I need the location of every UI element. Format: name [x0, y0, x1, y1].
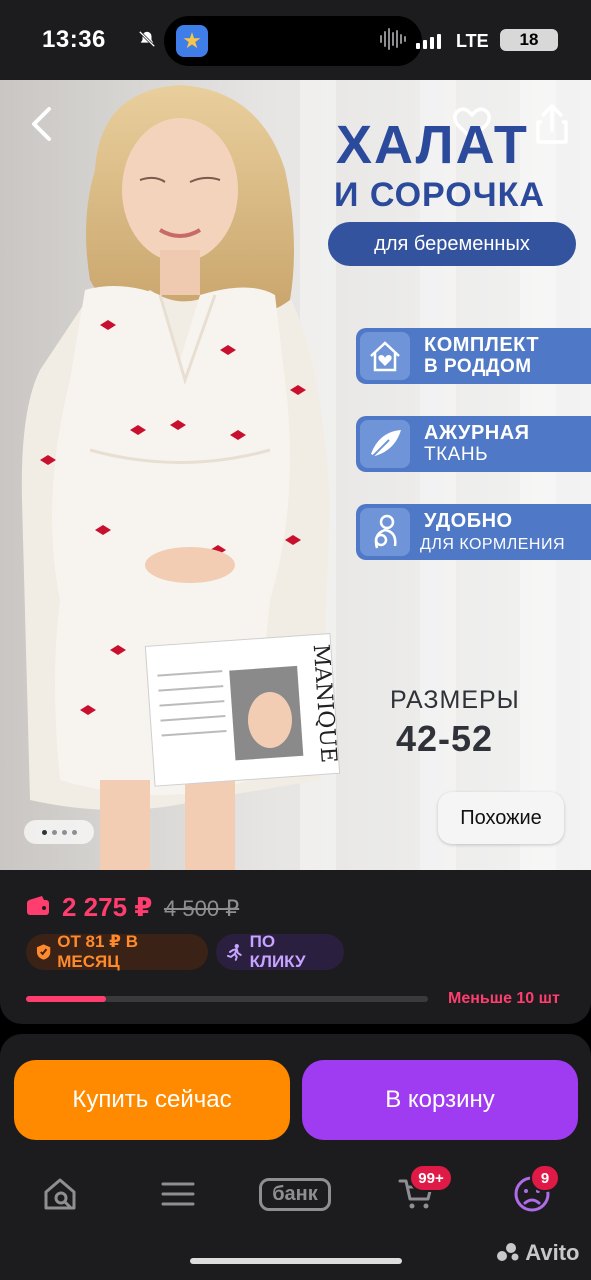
- installment-text: ОТ 81 ₽ В МЕСЯЦ: [57, 932, 139, 971]
- feature-maternity-set: КОМПЛЕКТ В РОДДОМ: [356, 328, 591, 384]
- house-heart-icon: [360, 332, 410, 380]
- menu-icon: [161, 1182, 195, 1206]
- running-person-icon: [226, 943, 242, 961]
- buy-now-button[interactable]: Купить сейчас: [14, 1060, 290, 1140]
- sizes-value: 42-52: [396, 718, 494, 759]
- feature-title: АЖУРНАЯ: [424, 422, 530, 444]
- product-photo: MANIQUE: [21, 85, 341, 870]
- carousel-indicator: [24, 820, 94, 844]
- watermark-text: Avito: [525, 1240, 580, 1265]
- nav-bank[interactable]: банк: [254, 1166, 336, 1222]
- battery-icon: 18: [500, 29, 558, 51]
- profile-badge: 9: [530, 1164, 560, 1192]
- status-time: 13:36: [42, 26, 106, 53]
- feather-icon: [360, 420, 410, 468]
- sizes-label: РАЗМЕРЫ: [390, 686, 520, 714]
- similar-button[interactable]: Похожие: [438, 792, 564, 844]
- status-bar: 13:36 ★ LTE 18: [0, 0, 591, 80]
- do-not-disturb-icon: [138, 30, 156, 48]
- network-type: LTE: [456, 31, 489, 51]
- product-image-carousel[interactable]: MANIQUE ХАЛАТ И СОРОЧКА для беременных К…: [0, 80, 591, 870]
- bottom-nav: банк: [0, 1166, 591, 1222]
- price: 2 275 ₽: [62, 892, 153, 922]
- price-panel: 2 275 ₽ 4 500 ₽ ОТ 81 ₽ В МЕСЯЦ ПО КЛИКУ…: [0, 870, 591, 1024]
- one-click-text: ПО КЛИКУ: [249, 932, 306, 971]
- home-indicator: [190, 1258, 402, 1264]
- feature-nursing: УДОБНО ДЛЯ КОРМЛЕНИЯ: [356, 504, 591, 560]
- hero-subheadline: И СОРОЧКА: [334, 176, 545, 214]
- shield-icon: [36, 944, 51, 960]
- bank-icon: банк: [259, 1177, 331, 1211]
- signal-icon: [416, 34, 441, 49]
- home-search-icon: [44, 1178, 76, 1210]
- nav-search[interactable]: [38, 1166, 82, 1222]
- share-icon[interactable]: [532, 102, 572, 146]
- back-button[interactable]: [22, 104, 62, 144]
- star-app-icon: ★: [176, 25, 208, 57]
- nav-menu[interactable]: [158, 1166, 198, 1222]
- feature-subtitle: ДЛЯ КОРМЛЕНИЯ: [420, 536, 566, 553]
- avito-watermark: Avito: [496, 1240, 579, 1266]
- feature-lace-fabric: АЖУРНАЯ ТКАНЬ: [356, 416, 591, 472]
- audio-wave-icon: [380, 28, 406, 50]
- feature-subtitle: В РОДДОМ: [424, 356, 532, 377]
- audience-pill: для беременных: [328, 222, 576, 266]
- cart-count-badge: 99+: [409, 1164, 453, 1192]
- one-click-badge[interactable]: ПО КЛИКУ: [216, 932, 344, 971]
- feature-subtitle: ТКАНЬ: [424, 444, 489, 465]
- avito-logo-icon: [497, 1243, 519, 1261]
- installment-badge[interactable]: ОТ 81 ₽ В МЕСЯЦ: [26, 932, 208, 971]
- wallet-icon: [27, 896, 49, 915]
- mother-baby-icon: [360, 508, 410, 556]
- add-to-cart-button[interactable]: В корзину: [302, 1060, 578, 1140]
- feature-title: КОМПЛЕКТ: [424, 334, 540, 356]
- old-price: 4 500 ₽: [164, 896, 240, 921]
- stock-progress-bar: [26, 996, 428, 1002]
- stock-text: Меньше 10 шт: [448, 990, 560, 1007]
- hero-headline: ХАЛАТ: [336, 115, 529, 175]
- chevron-left-icon: [32, 107, 51, 141]
- feature-title: УДОБНО: [424, 510, 513, 532]
- stock-progress-fill: [26, 996, 107, 1002]
- bottom-sheet: Купить сейчас В корзину банк 99+ 9 Avito: [0, 1034, 591, 1280]
